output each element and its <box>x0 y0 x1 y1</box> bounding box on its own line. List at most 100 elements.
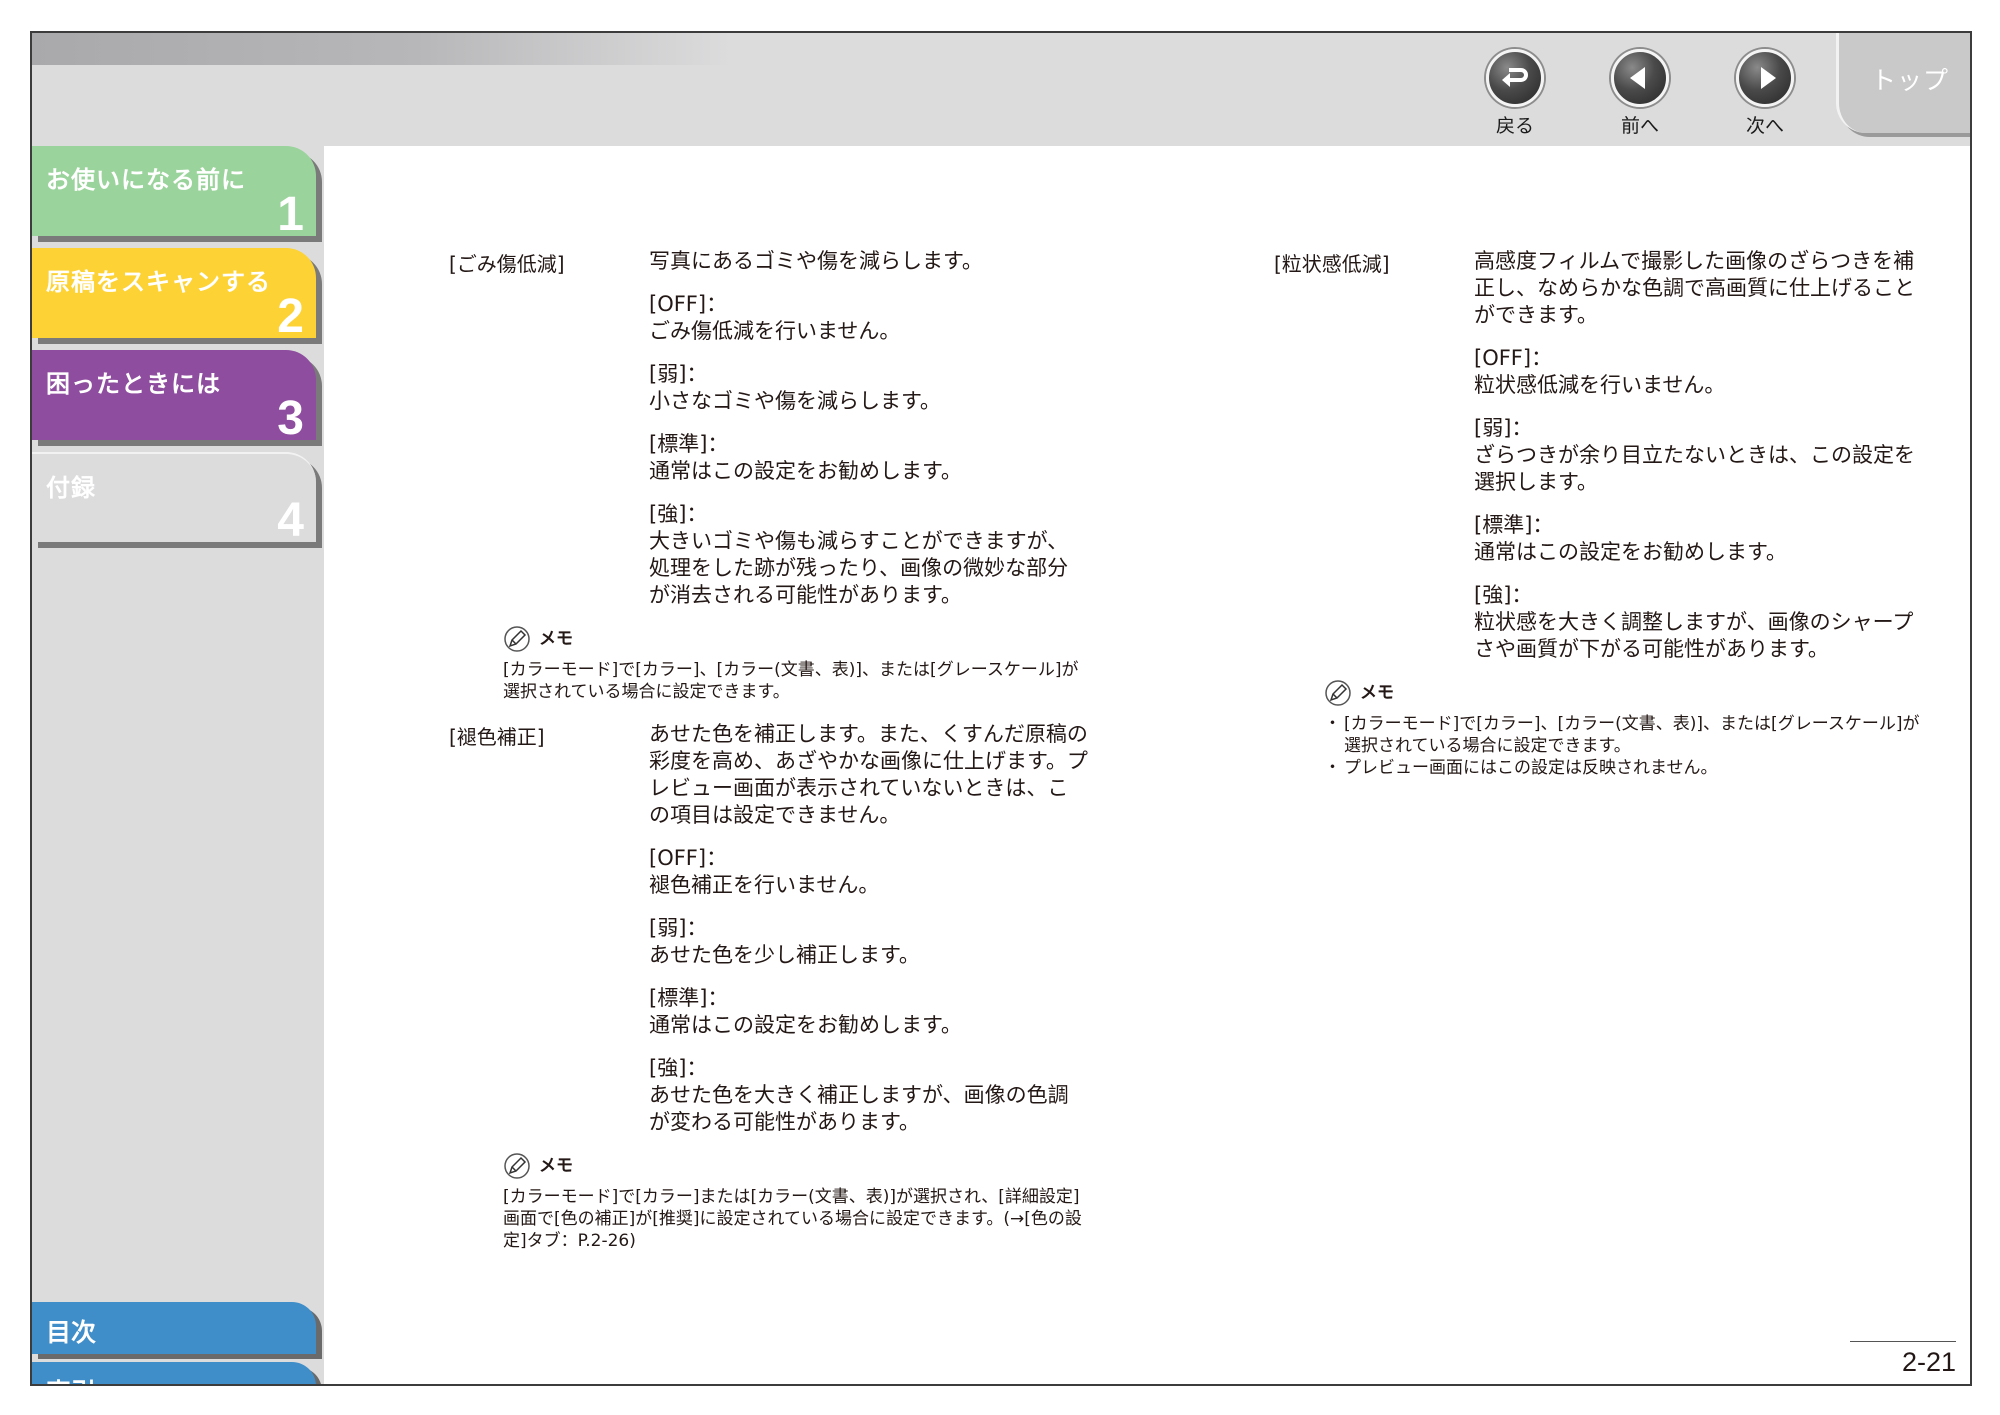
setting-description: 高感度フィルムで撮影した画像のざらつきを補正し、なめらかな色調で高画質に仕上げる… <box>1474 248 1934 663</box>
chapter-number: 1 <box>277 188 304 241</box>
top-tab-button[interactable]: トップ <box>1836 33 1970 133</box>
memo-text: [カラーモード]で[カラー]または[カラー(文書、表)]が選択され、[詳細設定]… <box>503 1187 1082 1251</box>
prev-label: 前へ <box>1620 115 1659 137</box>
option-text: 通常はこの設定をお勧めします。 <box>1474 540 1787 564</box>
option-off: [OFF]： 褪色補正を行いません。 <box>649 845 1089 899</box>
setting-term: [ごみ傷低減] <box>449 252 565 276</box>
back-arrow-icon <box>1486 49 1544 107</box>
option-text: ごみ傷低減を行いません。 <box>649 319 901 343</box>
option-text: 通常はこの設定をお勧めします。 <box>649 459 962 483</box>
prev-arrow-icon <box>1611 49 1669 107</box>
option-text: あせた色を少し補正します。 <box>649 943 920 967</box>
memo-title: メモ <box>1360 683 1394 703</box>
option-high: [強]： あせた色を大きく補正しますが、画像の色調が変わる可能性があります。 <box>649 1055 1089 1136</box>
option-label: [弱]： <box>649 916 708 940</box>
option-high: [強]： 大きいゴミや傷も減らすことができますが、処理をした跡が残ったり、画像の… <box>649 501 1089 609</box>
right-column: [粒状感低減] 高感度フィルムで撮影した画像のざらつきを補正し、なめらかな色調で… <box>1274 248 1934 797</box>
option-text: あせた色を大きく補正しますが、画像の色調が変わる可能性があります。 <box>649 1083 1069 1134</box>
page-frame: 戻る 前へ 次へ トップ お使いになる前に 1 原稿をスキャンする 2 困ったと… <box>30 31 1972 1386</box>
chapter-title: 原稿をスキャンする <box>46 268 271 296</box>
memo-list: [カラーモード]で[カラー]、[カラー(文書、表)]、または[グレースケール]が… <box>1324 713 1934 779</box>
option-off: [OFF]： 粒状感低減を行いません。 <box>1474 345 1934 399</box>
setting-fade-correction: [褪色補正] あせた色を補正します。また、くすんだ原稿の彩度を高め、あざやかな画… <box>449 721 1089 1252</box>
option-text: 褪色補正を行いません。 <box>649 873 880 897</box>
back-label: 戻る <box>1495 115 1534 137</box>
option-high: [強]： 粒状感を大きく調整しますが、画像のシャープさや画質が下がる可能性があり… <box>1474 582 1934 663</box>
memo-heading: メモ <box>503 1152 1089 1180</box>
option-text: 小さなゴミや傷を減らします。 <box>649 389 941 413</box>
next-button[interactable]: 次へ <box>1734 49 1796 138</box>
next-arrow-icon <box>1736 49 1794 107</box>
memo-list-item: プレビュー画面にはこの設定は反映されません。 <box>1324 757 1934 779</box>
content-area: [ごみ傷低減] 写真にあるゴミや傷を減らします。 [OFF]： ごみ傷低減を行い… <box>324 146 1970 1384</box>
index-button[interactable]: 索引 <box>32 1362 316 1384</box>
setting-term: [褪色補正] <box>449 725 545 749</box>
option-low: [弱]： ざらつきが余り目立たないときは、この設定を選択します。 <box>1474 415 1934 496</box>
memo-heading: メモ <box>503 625 1089 653</box>
pencil-memo-icon <box>1325 680 1351 706</box>
left-column: [ごみ傷低減] 写真にあるゴミや傷を減らします。 [OFF]： ごみ傷低減を行い… <box>449 248 1089 1270</box>
header-bar: 戻る 前へ 次へ トップ <box>32 33 1970 146</box>
option-text: 粒状感を大きく調整しますが、画像のシャープさや画質が下がる可能性があります。 <box>1474 610 1914 661</box>
pencil-memo-icon <box>504 626 530 652</box>
option-text: ざらつきが余り目立たないときは、この設定を選択します。 <box>1474 443 1915 494</box>
page-number-rule <box>1850 1341 1956 1342</box>
option-label: [強]： <box>1474 583 1533 607</box>
setting-grain-reduction: [粒状感低減] 高感度フィルムで撮影した画像のざらつきを補正し、なめらかな色調で… <box>1274 248 1934 779</box>
chapter-tab-3[interactable]: 困ったときには 3 <box>32 350 316 445</box>
option-label: [強]： <box>649 1056 708 1080</box>
sidebar: お使いになる前に 1 原稿をスキャンする 2 困ったときには 3 付録 4 目次… <box>32 146 324 1384</box>
option-label: [弱]： <box>649 362 708 386</box>
chapter-title: 困ったときには <box>46 370 221 398</box>
index-label: 索引 <box>46 1373 96 1384</box>
option-label: [標準]： <box>649 986 729 1010</box>
option-text: 大きいゴミや傷も減らすことができますが、処理をした跡が残ったり、画像の微妙な部分… <box>649 529 1069 607</box>
top-tab-label: トップ <box>1871 66 1950 95</box>
chapter-title: 付録 <box>46 474 96 502</box>
setting-description: あせた色を補正します。また、くすんだ原稿の彩度を高め、あざやかな画像に仕上げます… <box>649 721 1089 1136</box>
setting-dust-reduction: [ごみ傷低減] 写真にあるゴミや傷を減らします。 [OFF]： ごみ傷低減を行い… <box>449 248 1089 703</box>
back-button[interactable]: 戻る <box>1484 49 1546 138</box>
pencil-memo-icon <box>504 1153 530 1179</box>
option-standard: [標準]： 通常はこの設定をお勧めします。 <box>649 985 1089 1039</box>
memo-title: メモ <box>539 1156 573 1176</box>
next-label: 次へ <box>1745 115 1784 137</box>
option-label: [強]： <box>649 502 708 526</box>
chapter-number: 3 <box>277 392 304 445</box>
chapter-tab-2[interactable]: 原稿をスキャンする 2 <box>32 248 316 343</box>
option-standard: [標準]： 通常はこの設定をお勧めします。 <box>649 431 1089 485</box>
option-label: [OFF]： <box>1474 346 1553 370</box>
memo-title: メモ <box>539 629 573 649</box>
chapter-tab-4[interactable]: 付録 4 <box>32 452 316 547</box>
chapter-title: お使いになる前に <box>46 166 246 194</box>
memo-text: [カラーモード]で[カラー]、[カラー(文書、表)]、または[グレースケール]が… <box>503 660 1079 702</box>
option-off: [OFF]： ごみ傷低減を行いません。 <box>649 291 1089 345</box>
option-low: [弱]： あせた色を少し補正します。 <box>649 915 1089 969</box>
setting-intro: あせた色を補正します。また、くすんだ原稿の彩度を高め、あざやかな画像に仕上げます… <box>649 722 1088 827</box>
toc-label: 目次 <box>46 1318 97 1347</box>
memo-heading: メモ <box>1324 679 1934 707</box>
memo-box: メモ [カラーモード]で[カラー]、[カラー(文書、表)]、または[グレースケー… <box>1324 679 1934 779</box>
setting-term: [粒状感低減] <box>1274 252 1390 276</box>
chapter-number: 4 <box>277 494 304 547</box>
option-text: 通常はこの設定をお勧めします。 <box>649 1013 962 1037</box>
option-label: [標準]： <box>1474 513 1554 537</box>
header-stripe <box>32 33 732 65</box>
option-label: [弱]： <box>1474 416 1533 440</box>
setting-intro: 高感度フィルムで撮影した画像のざらつきを補正し、なめらかな色調で高画質に仕上げる… <box>1474 249 1915 327</box>
toc-button[interactable]: 目次 <box>32 1302 316 1354</box>
prev-button[interactable]: 前へ <box>1609 49 1671 138</box>
memo-box: メモ [カラーモード]で[カラー]または[カラー(文書、表)]が選択され、[詳細… <box>503 1152 1089 1252</box>
option-text: 粒状感低減を行いません。 <box>1474 373 1726 397</box>
chapter-tab-1[interactable]: お使いになる前に 1 <box>32 146 316 241</box>
option-low: [弱]： 小さなゴミや傷を減らします。 <box>649 361 1089 415</box>
setting-intro: 写真にあるゴミや傷を減らします。 <box>649 249 983 273</box>
chapter-number: 2 <box>277 290 304 343</box>
option-label: [OFF]： <box>649 846 728 870</box>
memo-list-item: [カラーモード]で[カラー]、[カラー(文書、表)]、または[グレースケール]が… <box>1324 713 1934 757</box>
memo-box: メモ [カラーモード]で[カラー]、[カラー(文書、表)]、または[グレースケー… <box>503 625 1089 703</box>
option-label: [OFF]： <box>649 292 728 316</box>
option-standard: [標準]： 通常はこの設定をお勧めします。 <box>1474 512 1934 566</box>
setting-description: 写真にあるゴミや傷を減らします。 [OFF]： ごみ傷低減を行いません。 [弱]… <box>649 248 1089 609</box>
page-number: 2-21 <box>1901 1347 1956 1377</box>
